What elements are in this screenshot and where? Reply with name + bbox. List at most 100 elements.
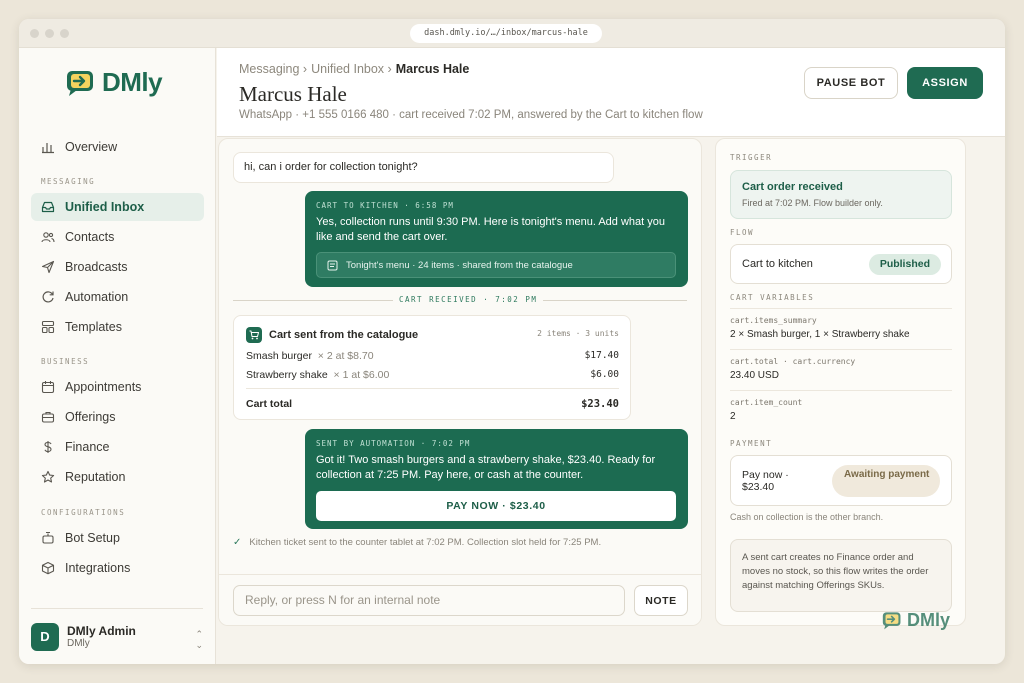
cart-icon <box>246 327 262 343</box>
cube-icon <box>41 561 55 575</box>
maximize-dot[interactable] <box>60 29 69 38</box>
sidebar-item-label: Templates <box>65 320 122 334</box>
info-note: A sent cart creates no Finance order and… <box>730 539 952 612</box>
payment-status-badge: Awaiting payment <box>832 465 940 497</box>
browser-titlebar: dash.dmly.io/…/inbox/marcus-hale <box>19 19 1005 48</box>
sidebar-item-appointments[interactable]: Appointments <box>31 373 204 401</box>
item-price: $6.00 <box>590 369 619 380</box>
star-icon <box>41 470 55 483</box>
sidebar-item-label: Integrations <box>65 561 131 575</box>
cart-meta: 2 items · 3 units <box>537 329 619 338</box>
variable-item: cart.items_summary 2 × Smash burger, 1 ×… <box>730 308 952 340</box>
sidebar-item-label: Offerings <box>65 410 116 424</box>
menu-attachment[interactable]: Tonight's menu · 24 items · shared from … <box>316 252 676 278</box>
breadcrumb-current: Marcus Hale <box>395 62 470 76</box>
dollar-icon <box>44 441 52 453</box>
message-meta: SENT BY AUTOMATION · 7:02 PM <box>316 439 471 448</box>
sidebar-item-offerings[interactable]: Offerings <box>31 403 204 431</box>
refresh-icon <box>42 291 54 303</box>
brand-logo[interactable]: DMly <box>66 67 163 98</box>
contacts-icon <box>41 232 55 243</box>
note-button[interactable]: NOTE <box>634 585 688 616</box>
sidebar-item-label: Appointments <box>65 380 142 394</box>
message-text: Got it! Two smash burgers and a strawber… <box>316 454 656 481</box>
payment-alt-note: Cash on collection is the other branch. <box>730 512 884 522</box>
assign-button[interactable]: ASSIGN <box>907 67 983 99</box>
sidebar-item-contacts[interactable]: Contacts <box>31 223 204 251</box>
trigger-subtitle: Fired at 7:02 PM. Flow builder only. <box>742 198 883 208</box>
send-icon <box>41 260 55 274</box>
item-name: Smash burger <box>246 350 312 362</box>
variable-item: cart.total · cart.currency 23.40 USD <box>730 349 952 381</box>
sidebar-item-finance[interactable]: Finance <box>31 433 204 461</box>
trigger-heading: TRIGGER <box>730 153 773 162</box>
variable-key: cart.item_count <box>730 398 803 407</box>
user-menu[interactable]: D DMly Admin DMly ⌃ ⌄ <box>31 608 203 664</box>
cart-separator <box>246 388 619 389</box>
user-name: DMly Admin <box>67 624 136 638</box>
pay-now-button[interactable]: PAY NOW · $23.40 <box>316 491 676 521</box>
reply-input[interactable]: Reply, or press N for an internal note <box>233 585 625 616</box>
logo-icon <box>882 612 901 630</box>
variable-value: 23.40 USD <box>730 370 779 381</box>
divider-line <box>533 300 687 301</box>
breadcrumb-messaging[interactable]: Messaging › <box>239 62 307 76</box>
status-badge: Published <box>868 254 941 275</box>
sidebar-item-unified-inbox[interactable]: Unified Inbox <box>31 193 204 221</box>
trigger-title: Cart order received <box>742 181 843 193</box>
inbox-icon <box>41 201 55 213</box>
sidebar-item-integrations[interactable]: Integrations <box>31 554 204 582</box>
payment-card[interactable]: Pay now · $23.40 Awaiting payment <box>730 455 952 506</box>
sidebar-item-label: Contacts <box>65 230 115 244</box>
sidebar-item-bot-setup[interactable]: Bot Setup <box>31 524 204 552</box>
sidebar-item-label: Reputation <box>65 470 126 484</box>
cart-variables-heading: CART VARIABLES <box>730 293 815 302</box>
cart-total-label: Cart total <box>246 398 293 410</box>
sidebar-item-label: Unified Inbox <box>65 200 145 214</box>
chevron-updown-icon[interactable]: ⌃ ⌄ <box>195 629 203 651</box>
user-org: DMly <box>67 638 90 649</box>
sidebar-item-templates[interactable]: Templates <box>31 313 204 341</box>
bar-chart-icon <box>42 143 54 154</box>
message-composer: Reply, or press N for an internal note N… <box>219 574 701 625</box>
sidebar-item-automation[interactable]: Automation <box>31 283 204 311</box>
cart-total: Cart total $23.40 <box>246 398 619 410</box>
pause-bot-button[interactable]: PAUSE BOT <box>804 67 898 99</box>
sidebar-item-broadcasts[interactable]: Broadcasts <box>31 253 204 281</box>
url-bar[interactable]: dash.dmly.io/…/inbox/marcus-hale <box>410 24 602 43</box>
check-icon: ✓ <box>233 537 242 548</box>
message-meta: CART TO KITCHEN · 6:58 PM <box>316 201 454 210</box>
briefcase-icon <box>41 411 55 423</box>
calendar-icon <box>41 381 55 394</box>
flow-heading: FLOW <box>730 228 755 237</box>
flow-card[interactable]: Cart to kitchen Published <box>730 244 952 284</box>
divider-line <box>233 300 393 301</box>
cart-title: Cart sent from the catalogue <box>246 327 418 343</box>
variable-key: cart.total · cart.currency <box>730 357 856 366</box>
sidebar-item-label: Broadcasts <box>65 260 128 274</box>
close-dot[interactable] <box>30 29 39 38</box>
avatar: D <box>31 622 59 651</box>
minimize-dot[interactable] <box>45 29 54 38</box>
outgoing-message-automation: SENT BY AUTOMATION · 7:02 PM Got it! Two… <box>305 429 688 529</box>
cart-title-text: Cart sent from the catalogue <box>269 329 419 341</box>
payment-amount: Pay now · $23.40 <box>742 469 789 493</box>
item-name: Strawberry shake <box>246 369 328 381</box>
variable-key: cart.items_summary <box>730 316 817 325</box>
cart-card: Cart sent from the catalogue 2 items · 3… <box>233 315 631 420</box>
section-business: BUSINESS <box>41 357 90 366</box>
sidebar-item-label: Finance <box>65 440 110 454</box>
sidebar-item-label: Automation <box>65 290 129 304</box>
cart-total-value: $23.40 <box>581 398 619 410</box>
sidebar-item-reputation[interactable]: Reputation <box>31 463 204 491</box>
bot-icon <box>42 531 54 544</box>
trigger-card[interactable]: Cart order received Fired at 7:02 PM. Fl… <box>730 170 952 219</box>
document-icon <box>327 260 338 270</box>
outgoing-message-menu: CART TO KITCHEN · 6:58 PM Yes, collectio… <box>305 191 688 287</box>
breadcrumb-inbox[interactable]: Unified Inbox › <box>311 62 392 76</box>
sidebar-item-overview[interactable]: Overview <box>31 133 204 161</box>
sidebar: DMly Overview MESSAGING Unified Inbox Co… <box>19 48 216 664</box>
item-price: $17.40 <box>584 350 619 361</box>
kitchen-ticket-status: ✓ Kitchen ticket sent to the counter tab… <box>233 537 601 548</box>
sidebar-item-label: Overview <box>65 140 118 154</box>
